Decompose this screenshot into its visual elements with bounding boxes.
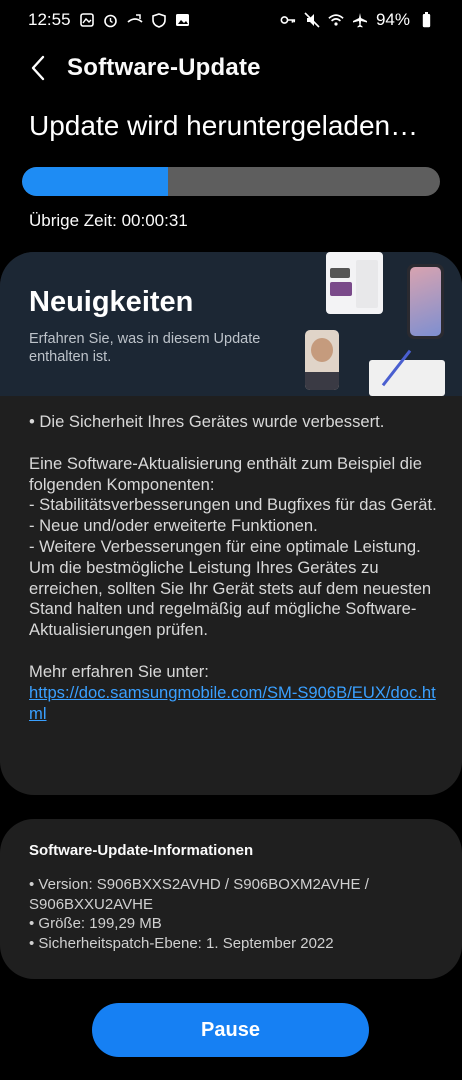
update-info-title: Software-Update-Informationen — [29, 842, 254, 859]
image-notification-icon — [79, 12, 95, 28]
news-subtitle: Erfahren Sie, was in diesem Update entha… — [29, 331, 261, 365]
status-left: 12:55 — [28, 10, 191, 30]
clock: 12:55 — [28, 10, 71, 29]
news-body: • Die Sicherheit Ihres Gerätes wurde ver… — [29, 412, 439, 724]
update-version: • Version: S906BXXS2AVHD / S906BOXM2AVHE… — [29, 876, 369, 913]
news-intro: Eine Software-Aktualisierung enthält zum… — [29, 453, 422, 494]
news-title: Neuigkeiten — [29, 286, 194, 318]
update-info-list: • Version: S906BXXS2AVHD / S906BOXM2AVHE… — [29, 875, 439, 953]
airplane-icon — [352, 12, 368, 28]
update-info-card: Software-Update-Informationen • Version:… — [0, 819, 462, 979]
battery-icon — [418, 12, 434, 28]
status-bar: 12:55 94% — [0, 0, 462, 40]
vpn-key-icon — [280, 12, 296, 28]
wifi-icon — [328, 12, 344, 28]
pause-button[interactable]: Pause — [92, 1003, 369, 1057]
news-header: Neuigkeiten Erfahren Sie, was in diesem … — [0, 252, 462, 396]
back-button[interactable] — [14, 44, 62, 92]
time-remaining: Übrige Zeit: 00:00:31 — [29, 211, 188, 230]
status-right: 94% — [280, 10, 434, 30]
alarm-icon — [103, 12, 119, 28]
progress-fill — [22, 167, 169, 196]
phone-illustration — [407, 264, 444, 339]
battery-percent: 94% — [375, 10, 410, 29]
foldable-phone-illustration — [305, 330, 339, 390]
tablet-illustration — [326, 252, 383, 314]
update-security-patch: • Sicherheitspatch-Ebene: 1. September 2… — [29, 934, 334, 952]
app-bar: Software-Update — [0, 44, 462, 92]
mute-icon — [304, 12, 320, 28]
news-advice: Um die bestmögliche Leistung Ihres Gerät… — [29, 557, 432, 640]
download-progress-bar — [22, 167, 440, 196]
call-forward-icon — [126, 12, 143, 28]
page-title: Software-Update — [67, 54, 261, 81]
news-item-stability: - Stabilitätsverbesserungen und Bugfixes… — [29, 495, 437, 515]
news-item-improvements: - Weitere Verbesserungen für eine optima… — [29, 536, 421, 556]
shield-icon — [151, 12, 167, 28]
news-item-features: - Neue und/oder erweiterte Funktionen. — [29, 516, 318, 536]
update-size: • Größe: 199,29 MB — [29, 915, 162, 933]
gallery-icon — [175, 12, 191, 28]
tablet-pen-illustration — [369, 349, 445, 396]
news-item-security: • Die Sicherheit Ihres Gerätes wurde ver… — [29, 412, 385, 431]
news-link[interactable]: https://doc.samsungmobile.com/SM-S906B/E… — [29, 683, 436, 723]
news-card: Neuigkeiten Erfahren Sie, was in diesem … — [0, 252, 462, 795]
download-status-heading: Update wird heruntergeladen… — [29, 110, 419, 141]
news-more-info-label: Mehr erfahren Sie unter: — [29, 661, 209, 681]
chevron-left-icon — [31, 55, 45, 81]
